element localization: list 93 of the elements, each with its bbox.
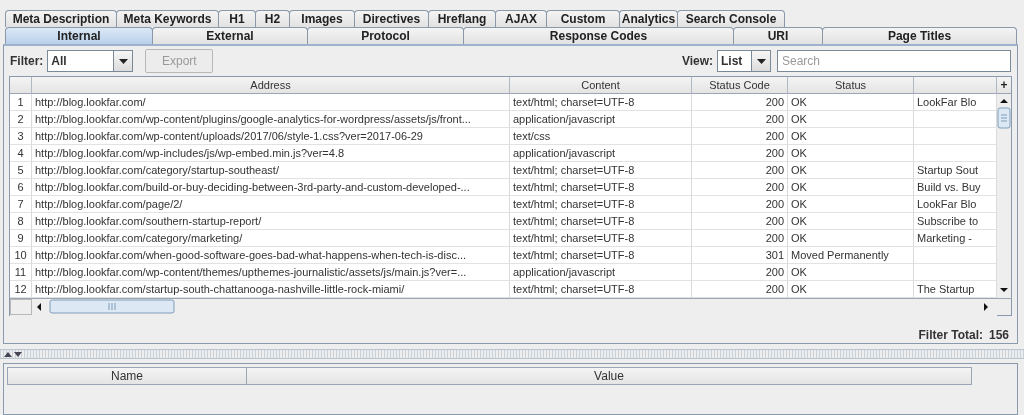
tab[interactable]: Images — [289, 10, 355, 27]
row-number: 4 — [10, 145, 32, 162]
tab[interactable]: Internal — [5, 27, 153, 44]
table-cell: 200 — [692, 196, 788, 213]
table-cell: OK — [788, 111, 914, 128]
table-cell: 301 — [692, 247, 788, 264]
row-number: 5 — [10, 162, 32, 179]
table-cell: http://blog.lookfar.com/wp-content/plugins/google-analytics-for-wordpress/assets/js/front... — [32, 111, 510, 128]
expand-down-icon[interactable] — [14, 351, 22, 357]
table-cell: http://blog.lookfar.com/build-or-buy-deciding-between-3rd-party-and-custom-developed-... — [32, 179, 510, 196]
row-number: 10 — [10, 247, 32, 264]
filter-total-value: 156 — [988, 328, 1009, 342]
add-column-button[interactable]: + — [997, 77, 1011, 94]
table-cell: http://blog.lookfar.com/southern-startup-report/ — [32, 213, 510, 230]
dropdown-caret-icon — [756, 58, 766, 64]
table-cell: 200 — [692, 128, 788, 145]
table-cell: http://blog.lookfar.com/ — [32, 94, 510, 111]
row-number: 3 — [10, 128, 32, 145]
tab[interactable]: Response Codes — [463, 27, 734, 44]
table-cell: text/html; charset=UTF-8 — [510, 179, 692, 196]
tab[interactable]: Meta Description — [5, 10, 117, 27]
filter-label: Filter: — [10, 54, 44, 68]
table-cell: text/html; charset=UTF-8 — [510, 162, 692, 179]
row-number: 1 — [10, 94, 32, 111]
table-cell: OK — [788, 128, 914, 145]
table-cell: text/html; charset=UTF-8 — [510, 196, 692, 213]
table-cell: 200 — [692, 179, 788, 196]
table-cell: OK — [788, 179, 914, 196]
column-header[interactable]: Status Code — [692, 77, 788, 94]
row-number: 12 — [10, 281, 32, 298]
table-cell: 200 — [692, 94, 788, 111]
table-cell: http://blog.lookfar.com/wp-content/themes/upthemes-journalistic/assets/js/main.js?ver=... — [32, 264, 510, 281]
table-cell: 200 — [692, 111, 788, 128]
table-cell: OK — [788, 196, 914, 213]
dropdown-caret-icon — [118, 58, 128, 64]
tab[interactable]: AJAX — [495, 10, 547, 27]
tab[interactable]: H2 — [255, 10, 290, 27]
tab[interactable]: H1 — [218, 10, 256, 27]
table-cell: text/html; charset=UTF-8 — [510, 247, 692, 264]
table-cell: http://blog.lookfar.com/wp-includes/js/wp-embed.min.js?ver=4.8 — [32, 145, 510, 162]
view-label: View: — [681, 54, 713, 68]
table-cell: text/css — [510, 128, 692, 145]
table-cell: 200 — [692, 230, 788, 247]
table-cell: OK — [788, 162, 914, 179]
table-cell: text/html; charset=UTF-8 — [510, 94, 692, 111]
table-cell: Moved Permanently — [788, 247, 914, 264]
tab[interactable]: Directives — [354, 10, 429, 27]
table-cell: text/html; charset=UTF-8 — [510, 230, 692, 247]
tab[interactable]: Custom — [546, 10, 620, 27]
tab[interactable]: URI — [733, 27, 823, 44]
row-number: 7 — [10, 196, 32, 213]
filter-total-label: Filter Total: — [918, 328, 983, 342]
table-cell: text/html; charset=UTF-8 — [510, 213, 692, 230]
row-number: 6 — [10, 179, 32, 196]
table-cell: http://blog.lookfar.com/category/marketing/ — [32, 230, 510, 247]
search-field[interactable]: Search — [777, 50, 1011, 72]
tab[interactable]: Protocol — [307, 27, 464, 44]
column-header[interactable]: Address — [32, 77, 510, 94]
view-dropdown[interactable]: List — [717, 50, 771, 72]
table-cell: application/javascript — [510, 264, 692, 281]
tab[interactable]: External — [152, 27, 308, 44]
table-cell: 200 — [692, 162, 788, 179]
column-header[interactable]: Value — [247, 367, 972, 385]
tab[interactable]: Search Console — [677, 10, 785, 27]
row-number: 11 — [10, 264, 32, 281]
table-cell: http://blog.lookfar.com/page/2/ — [32, 196, 510, 213]
tab[interactable]: Analytics — [619, 10, 678, 27]
column-header[interactable]: Name — [7, 367, 247, 385]
collapse-up-icon[interactable] — [4, 351, 12, 357]
table-cell: application/javascript — [510, 145, 692, 162]
table-cell: http://blog.lookfar.com/category/startup-southeast/ — [32, 162, 510, 179]
column-header[interactable]: Status — [788, 77, 914, 94]
tab[interactable]: Meta Keywords — [116, 10, 219, 27]
table-cell: OK — [788, 230, 914, 247]
table-cell: 200 — [692, 213, 788, 230]
table-cell: OK — [788, 94, 914, 111]
table-cell: 200 — [692, 145, 788, 162]
filter-dropdown[interactable]: All — [47, 50, 134, 72]
table-cell: OK — [788, 145, 914, 162]
column-header[interactable] — [10, 77, 32, 94]
tab[interactable]: Page Titles — [822, 27, 1017, 44]
tab[interactable]: Hreflang — [428, 10, 496, 27]
table-cell: OK — [788, 264, 914, 281]
row-number: 9 — [10, 230, 32, 247]
table-cell: http://blog.lookfar.com/wp-content/uploads/2017/06/style-1.css?ver=2017-06-29 — [32, 128, 510, 145]
table-cell: OK — [788, 213, 914, 230]
row-number: 8 — [10, 213, 32, 230]
column-header[interactable] — [914, 77, 997, 94]
column-header[interactable]: Content — [510, 77, 692, 94]
table-cell: http://blog.lookfar.com/when-good-software-goes-bad-what-happens-when-tech-is-disc... — [32, 247, 510, 264]
table-cell: 200 — [692, 264, 788, 281]
row-number: 2 — [10, 111, 32, 128]
table-cell: application/javascript — [510, 111, 692, 128]
